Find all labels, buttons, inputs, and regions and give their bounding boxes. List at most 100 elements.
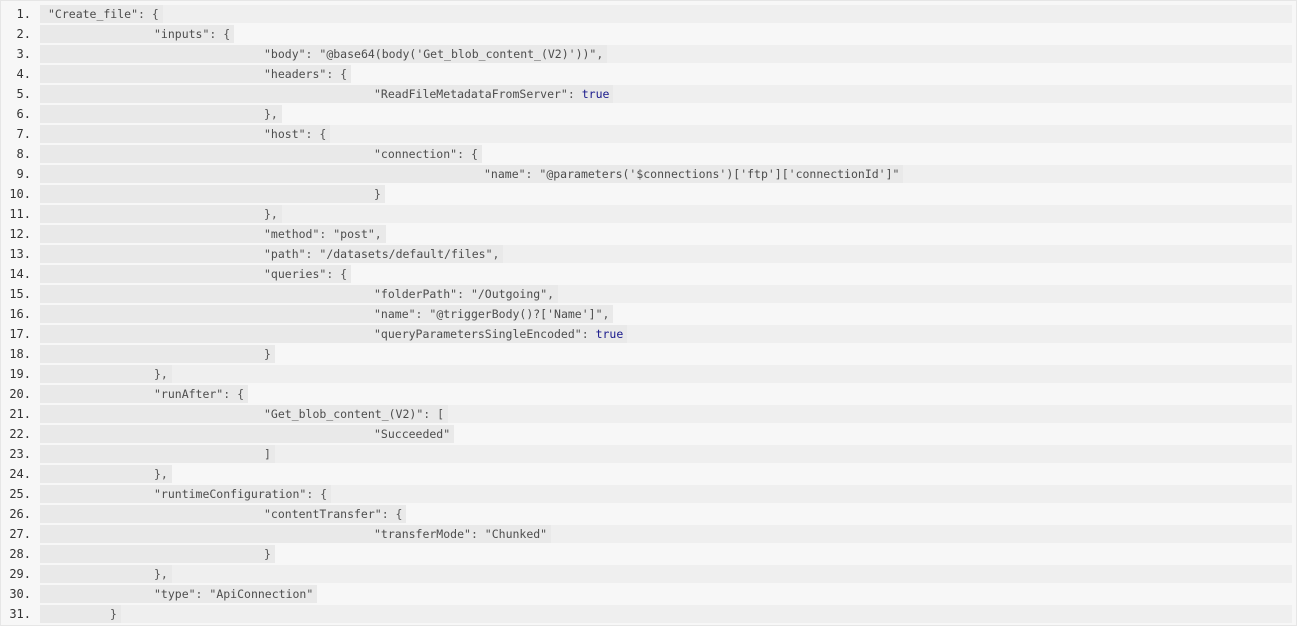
line-content: }, bbox=[40, 205, 1292, 223]
punctuation-token: }, bbox=[264, 207, 278, 221]
punctuation-token: : bbox=[415, 307, 430, 321]
punctuation-token: : { bbox=[209, 27, 231, 41]
line-content: "Get_blob_content_(V2)": [ bbox=[40, 405, 1292, 423]
punctuation-token: } bbox=[110, 607, 117, 621]
indent-whitespace bbox=[40, 205, 260, 223]
code-line: 9. "name": "@parameters('$connections')['… bbox=[1, 164, 1296, 184]
punctuation-token: ] bbox=[264, 447, 271, 461]
code-text: }, bbox=[260, 205, 282, 223]
punctuation-token: , bbox=[547, 287, 555, 301]
punctuation-token: : bbox=[581, 327, 596, 341]
punctuation-token: } bbox=[264, 347, 271, 361]
code-text: "body": "@base64(body('Get_blob_content_… bbox=[260, 45, 608, 63]
code-line: 23.] bbox=[1, 444, 1296, 464]
string-token: "runAfter" bbox=[154, 387, 224, 401]
indent-whitespace bbox=[40, 525, 370, 543]
string-token: "body" bbox=[264, 47, 306, 61]
code-text: "host": { bbox=[260, 125, 331, 143]
code-text: "type": "ApiConnection" bbox=[150, 585, 318, 603]
indent-whitespace bbox=[40, 185, 370, 203]
line-content: "queryParametersSingleEncoded": true bbox=[40, 325, 1292, 343]
indent-whitespace bbox=[40, 485, 150, 503]
keyword-token: true bbox=[595, 327, 624, 341]
string-token: "contentTransfer" bbox=[264, 507, 382, 521]
code-line: 15. "folderPath": "/Outgoing", bbox=[1, 284, 1296, 304]
indent-whitespace bbox=[40, 505, 260, 523]
string-token: "Get_blob_content_(V2)" bbox=[264, 407, 424, 421]
code-text: "contentTransfer": { bbox=[260, 505, 407, 523]
code-text: "Get_blob_content_(V2)": [ bbox=[260, 405, 449, 423]
code-text: "Succeeded" bbox=[370, 425, 455, 443]
line-content: "transferMode": "Chunked" bbox=[40, 525, 1292, 543]
code-text: "name": "@triggerBody()?['Name']", bbox=[370, 305, 614, 323]
punctuation-token: : { bbox=[223, 387, 245, 401]
indent-whitespace bbox=[40, 245, 260, 263]
string-token: "@triggerBody()?['Name']" bbox=[429, 307, 603, 321]
string-token: "path" bbox=[264, 247, 306, 261]
code-line: 4. "headers": { bbox=[1, 64, 1296, 84]
line-number: 31. bbox=[9, 607, 31, 621]
punctuation-token: : bbox=[305, 247, 320, 261]
code-line-list: 1. "Create_file": {2. "inputs": {3. "body":… bbox=[1, 4, 1296, 624]
code-line: 6.}, bbox=[1, 104, 1296, 124]
line-number: 12. bbox=[9, 227, 31, 241]
line-number: 8. bbox=[16, 147, 31, 161]
line-number: 28. bbox=[9, 547, 31, 561]
line-content: "contentTransfer": { bbox=[40, 505, 1292, 523]
string-token: "Chunked" bbox=[484, 527, 548, 541]
code-text: }, bbox=[150, 365, 172, 383]
line-number: 20. bbox=[9, 387, 31, 401]
line-number: 26. bbox=[9, 507, 31, 521]
code-text: "inputs": { bbox=[150, 25, 235, 43]
indent-whitespace bbox=[40, 25, 150, 43]
string-token: "@parameters('$connections')['ftp']['con… bbox=[539, 167, 900, 181]
line-number: 4. bbox=[16, 67, 31, 81]
keyword-token: true bbox=[581, 87, 610, 101]
indent-whitespace bbox=[40, 385, 150, 403]
code-line: 3. "body": "@base64(body('Get_blob_conten… bbox=[1, 44, 1296, 64]
code-line: 14. "queries": { bbox=[1, 264, 1296, 284]
line-number: 17. bbox=[9, 327, 31, 341]
punctuation-token: : bbox=[470, 527, 485, 541]
string-token: "type" bbox=[154, 587, 196, 601]
indent-whitespace bbox=[40, 545, 260, 563]
line-content: }, bbox=[40, 565, 1292, 583]
indent-whitespace bbox=[40, 265, 260, 283]
line-content: "queries": { bbox=[40, 265, 1292, 283]
string-token: "runtimeConfiguration" bbox=[154, 487, 307, 501]
line-number: 13. bbox=[9, 247, 31, 261]
code-text: } bbox=[260, 345, 275, 363]
punctuation-token: : bbox=[457, 287, 471, 301]
code-line: 12. "method": "post", bbox=[1, 224, 1296, 244]
code-line: 21. "Get_blob_content_(V2)": [ bbox=[1, 404, 1296, 424]
string-token: "transferMode" bbox=[374, 527, 471, 541]
string-token: "queries" bbox=[264, 267, 327, 281]
code-text: "folderPath": "/Outgoing", bbox=[370, 285, 559, 303]
line-content: "body": "@base64(body('Get_blob_content_… bbox=[40, 45, 1292, 63]
line-number: 11. bbox=[9, 207, 31, 221]
line-number: 1. bbox=[16, 7, 31, 21]
code-text: "connection": { bbox=[370, 145, 482, 163]
code-line: 28.} bbox=[1, 544, 1296, 564]
string-token: "name" bbox=[374, 307, 416, 321]
line-content: }, bbox=[40, 105, 1292, 123]
string-token: "folderPath" bbox=[374, 287, 458, 301]
indent-whitespace bbox=[40, 145, 370, 163]
string-token: "name" bbox=[484, 167, 526, 181]
code-text: "Create_file": { bbox=[44, 5, 163, 23]
code-text: } bbox=[370, 185, 385, 203]
code-line: 11.}, bbox=[1, 204, 1296, 224]
line-number: 27. bbox=[9, 527, 31, 541]
line-number: 3. bbox=[16, 47, 31, 61]
code-line: 31.} bbox=[1, 604, 1296, 624]
string-token: "host" bbox=[264, 127, 306, 141]
line-content: } bbox=[40, 545, 1292, 563]
line-number: 10. bbox=[9, 187, 31, 201]
line-number: 18. bbox=[9, 347, 31, 361]
punctuation-token: }, bbox=[154, 567, 168, 581]
code-line: 7. "host": { bbox=[1, 124, 1296, 144]
string-token: "/Outgoing" bbox=[470, 287, 548, 301]
punctuation-token: : { bbox=[381, 507, 403, 521]
indent-whitespace bbox=[40, 165, 480, 183]
indent-whitespace bbox=[40, 365, 150, 383]
